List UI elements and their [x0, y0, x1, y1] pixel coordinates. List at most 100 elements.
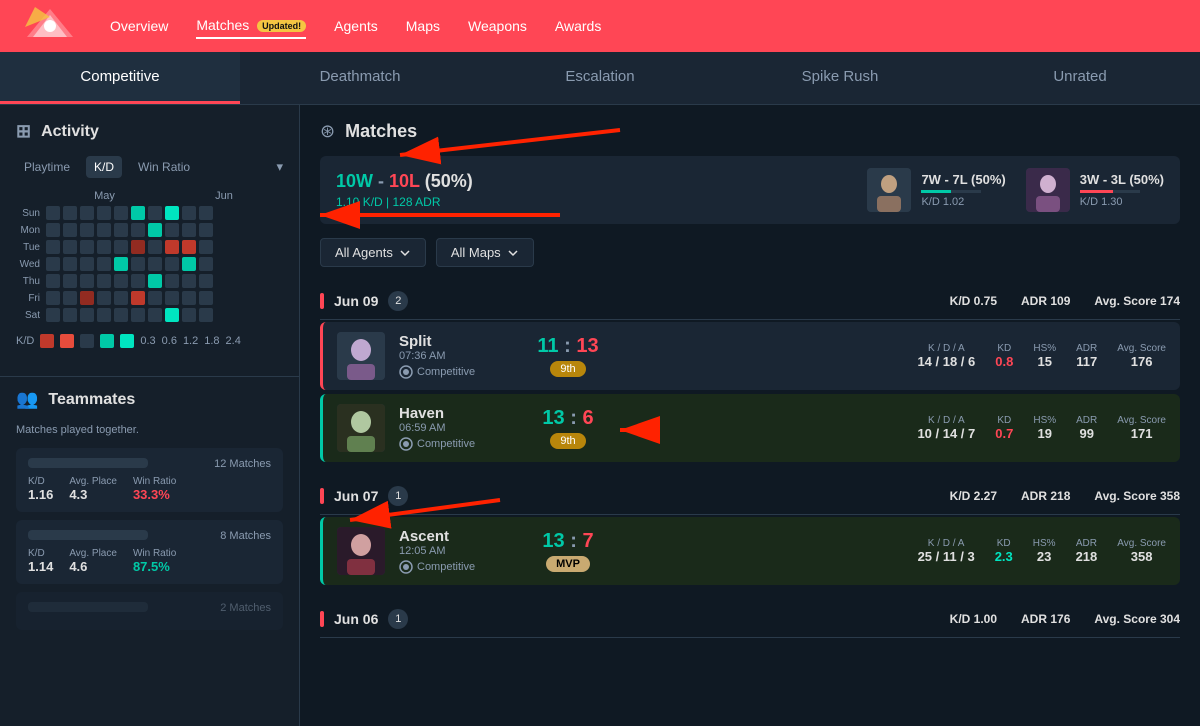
teammate-kd-2: 1.14 — [28, 559, 53, 574]
day-group-jun07: Jun 07 1 K/D 2.27 ADR 218 Avg. Score 358 — [320, 478, 1180, 585]
grid-row-thu: Thu — [16, 274, 283, 288]
match-rank-split: 9th — [550, 361, 585, 377]
nav-matches-badge: Updated! — [257, 20, 306, 32]
tab-escalation[interactable]: Escalation — [480, 52, 720, 104]
match-score-split: 11 : 13 9th — [523, 335, 613, 377]
summary-wl: 10W - 10L (50%) — [336, 171, 473, 192]
day-indicator-1 — [320, 293, 324, 309]
agent-summary-2: 3W - 3L (50%) K/D 1.30 — [1026, 168, 1164, 212]
content-area: ⊛ Matches 10W - 10L (50%) 1.10 K/D | 128… — [300, 105, 1200, 726]
playtime-btn[interactable]: Playtime — [16, 156, 78, 178]
filter-agents-btn[interactable]: All Agents — [320, 238, 426, 267]
sidebar: ⊞ Activity Playtime K/D Win Ratio ▾ May … — [0, 105, 300, 726]
tab-competitive[interactable]: Competitive — [0, 52, 240, 104]
day-indicator-2 — [320, 488, 324, 504]
day-count-3: 1 — [388, 609, 408, 629]
activity-section: ⊞ Activity Playtime K/D Win Ratio ▾ May … — [0, 105, 299, 364]
competitive-icon-3 — [399, 560, 413, 574]
nav-overview[interactable]: Overview — [110, 14, 168, 38]
tab-deathmatch[interactable]: Deathmatch — [240, 52, 480, 104]
kd-btn[interactable]: K/D — [86, 156, 122, 178]
agent-summary-1: 7W - 7L (50%) K/D 1.02 — [867, 168, 1005, 212]
summary-agents: 7W - 7L (50%) K/D 1.02 — [867, 168, 1164, 212]
sidebar-divider — [0, 376, 299, 377]
day-group-jun06: Jun 06 1 K/D 1.00 ADR 176 Avg. Score 304 — [320, 601, 1180, 638]
teammate-name-bar-2 — [28, 530, 148, 540]
chevron-down-icon — [399, 247, 411, 259]
teammates-title: 👥 Teammates — [16, 389, 283, 410]
day-group-jun09: Jun 09 2 K/D 0.75 ADR 109 Avg. Score 174 — [320, 283, 1180, 462]
teammate-wr-2: 87.5% — [133, 559, 176, 574]
grid-row-mon: Mon — [16, 223, 283, 237]
grid-row-sat: Sat — [16, 308, 283, 322]
agent-avatar-1 — [867, 168, 911, 212]
day-stats-1: K/D 0.75 ADR 109 Avg. Score 174 — [950, 294, 1180, 308]
day-label-1: Jun 09 — [334, 293, 378, 309]
activity-icon: ⊞ — [16, 121, 31, 142]
nav-agents[interactable]: Agents — [334, 14, 378, 38]
match-rank-haven: 9th — [550, 433, 585, 449]
match-stats-haven: K / D / A 10 / 14 / 7 KD 0.7 HS% 19 ADR … — [917, 415, 1166, 441]
grid-row-tue: Tue — [16, 240, 283, 254]
teammate-matches-3: 2 Matches — [220, 602, 271, 614]
matches-header: ⊛ Matches — [320, 121, 1180, 142]
grid-months: May Jun — [16, 190, 283, 202]
teammate-row-2[interactable]: 8 Matches K/D 1.14 Avg. Place 4.6 Win Ra… — [16, 520, 283, 584]
teammates-subtitle: Matches played together. — [16, 424, 283, 436]
top-nav: Overview Matches Updated! Agents Maps We… — [0, 0, 1200, 52]
match-agent-img-split — [337, 332, 385, 380]
match-row-split[interactable]: Split 07:36 AM Competitive 11 : 1 — [320, 322, 1180, 390]
summary-kd-adr: 1.10 K/D | 128 ADR — [336, 195, 473, 209]
nav-maps[interactable]: Maps — [406, 14, 440, 38]
win-ratio-btn[interactable]: Win Ratio — [130, 156, 198, 178]
teammate-matches-2: 8 Matches — [220, 530, 271, 542]
grid-rows: Sun Mon — [16, 206, 283, 322]
filters-row: All Agents All Maps — [320, 238, 1180, 267]
summary-row: 10W - 10L (50%) 1.10 K/D | 128 ADR — [320, 156, 1180, 224]
match-row-ascent[interactable]: Ascent 12:05 AM Competitive 13 : — [320, 517, 1180, 585]
nav-awards[interactable]: Awards — [555, 14, 601, 38]
grid-row-wed: Wed — [16, 257, 283, 271]
tab-unrated[interactable]: Unrated — [960, 52, 1200, 104]
teammate-avg-2: 4.6 — [69, 559, 117, 574]
competitive-icon-2 — [399, 437, 413, 451]
activity-controls: Playtime K/D Win Ratio ▾ — [16, 156, 283, 178]
day-label-3: Jun 06 — [334, 611, 378, 627]
day-stats-3: K/D 1.00 ADR 176 Avg. Score 304 — [950, 612, 1180, 626]
matches-title: Matches — [345, 121, 417, 142]
teammate-name-bar-1 — [28, 458, 148, 468]
tab-spike-rush[interactable]: Spike Rush — [720, 52, 960, 104]
teammate-row-3[interactable]: 2 Matches — [16, 592, 283, 630]
match-score-haven: 13 : 6 9th — [523, 407, 613, 449]
nav-links: Overview Matches Updated! Agents Maps We… — [110, 13, 601, 39]
match-score-ascent: 13 : 7 MVP — [523, 530, 613, 572]
teammate-avg-1: 4.3 — [69, 487, 117, 502]
nav-weapons[interactable]: Weapons — [468, 14, 527, 38]
match-agent-img-haven — [337, 404, 385, 452]
controls-arrow[interactable]: ▾ — [276, 159, 283, 175]
day-stats-2: K/D 2.27 ADR 218 Avg. Score 358 — [950, 489, 1180, 503]
teammate-name-bar-3 — [28, 602, 148, 612]
filter-maps-btn[interactable]: All Maps — [436, 238, 534, 267]
day-label-2: Jun 07 — [334, 488, 378, 504]
match-stats-ascent: K / D / A 25 / 11 / 3 KD 2.3 HS% 23 ADR … — [918, 538, 1166, 564]
teammate-kd-1: 1.16 — [28, 487, 53, 502]
teammate-wr-1: 33.3% — [133, 487, 176, 502]
activity-title: ⊞ Activity — [16, 121, 283, 142]
match-row-haven[interactable]: Haven 06:59 AM Competitive 13 : 6 — [320, 394, 1180, 462]
nav-logo — [20, 6, 80, 46]
teammate-matches-1: 12 Matches — [214, 458, 271, 470]
grid-row-sun: Sun — [16, 206, 283, 220]
main-layout: ⊞ Activity Playtime K/D Win Ratio ▾ May … — [0, 105, 1200, 726]
nav-matches[interactable]: Matches Updated! — [196, 13, 306, 39]
teammates-icon: 👥 — [16, 389, 38, 410]
kd-legend: K/D 0.3 0.6 1.2 1.8 2.4 — [16, 334, 283, 348]
match-info-ascent: Ascent 12:05 AM Competitive — [399, 528, 509, 574]
match-stats-split: K / D / A 14 / 18 / 6 KD 0.8 HS% 15 ADR … — [917, 343, 1166, 369]
activity-grid: May Jun Sun — [16, 190, 283, 322]
teammate-row-1[interactable]: 12 Matches K/D 1.16 Avg. Place 4.3 Win R… — [16, 448, 283, 512]
grid-row-fri: Fri — [16, 291, 283, 305]
match-agent-img-ascent — [337, 527, 385, 575]
agent-avatar-2 — [1026, 168, 1070, 212]
competitive-icon — [399, 365, 413, 379]
